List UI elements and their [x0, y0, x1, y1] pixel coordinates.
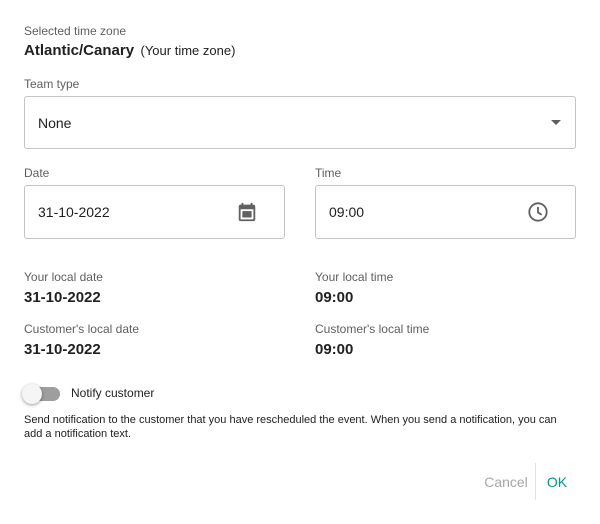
your-local-date-value: 31-10-2022: [24, 289, 101, 306]
team-type-select[interactable]: None: [24, 96, 576, 149]
toggle-thumb: [22, 384, 42, 404]
customer-local-date-label: Customer's local date: [24, 322, 140, 336]
notify-customer-toggle[interactable]: [22, 383, 60, 404]
your-local-time-label: Your local time: [315, 270, 394, 284]
time-field[interactable]: 09:00: [315, 185, 576, 239]
notify-help-text: Send notification to the customer that y…: [24, 414, 557, 440]
notify-customer-label: Notify customer: [71, 386, 155, 400]
your-local-time-value: 09:00: [315, 289, 354, 306]
clock-icon[interactable]: [527, 201, 549, 223]
customer-local-date-value: 31-10-2022: [24, 341, 101, 358]
date-field[interactable]: 31-10-2022: [24, 185, 285, 239]
customer-local-time-label: Customer's local time: [315, 322, 430, 336]
time-value: 09:00: [329, 204, 365, 220]
dropdown-arrow-icon: [551, 120, 561, 125]
reschedule-dialog: Selected time zone Atlantic/Canary (Your…: [0, 0, 600, 524]
your-local-date-label: Your local date: [24, 270, 103, 284]
actions-divider: [535, 463, 536, 500]
timezone-label: Selected time zone: [24, 24, 127, 38]
time-label: Time: [315, 166, 342, 180]
customer-local-time-value: 09:00: [315, 341, 354, 358]
team-type-value: None: [38, 115, 72, 131]
date-label: Date: [24, 166, 50, 180]
timezone-name: Atlantic/Canary: [24, 42, 135, 59]
ok-button[interactable]: OK: [537, 466, 577, 498]
timezone-note: (Your time zone): [140, 43, 236, 58]
cancel-button[interactable]: Cancel: [476, 466, 536, 498]
calendar-icon[interactable]: [236, 201, 258, 223]
team-type-label: Team type: [24, 77, 80, 91]
date-value: 31-10-2022: [38, 204, 110, 220]
timezone-row: Atlantic/Canary (Your time zone): [24, 42, 235, 60]
